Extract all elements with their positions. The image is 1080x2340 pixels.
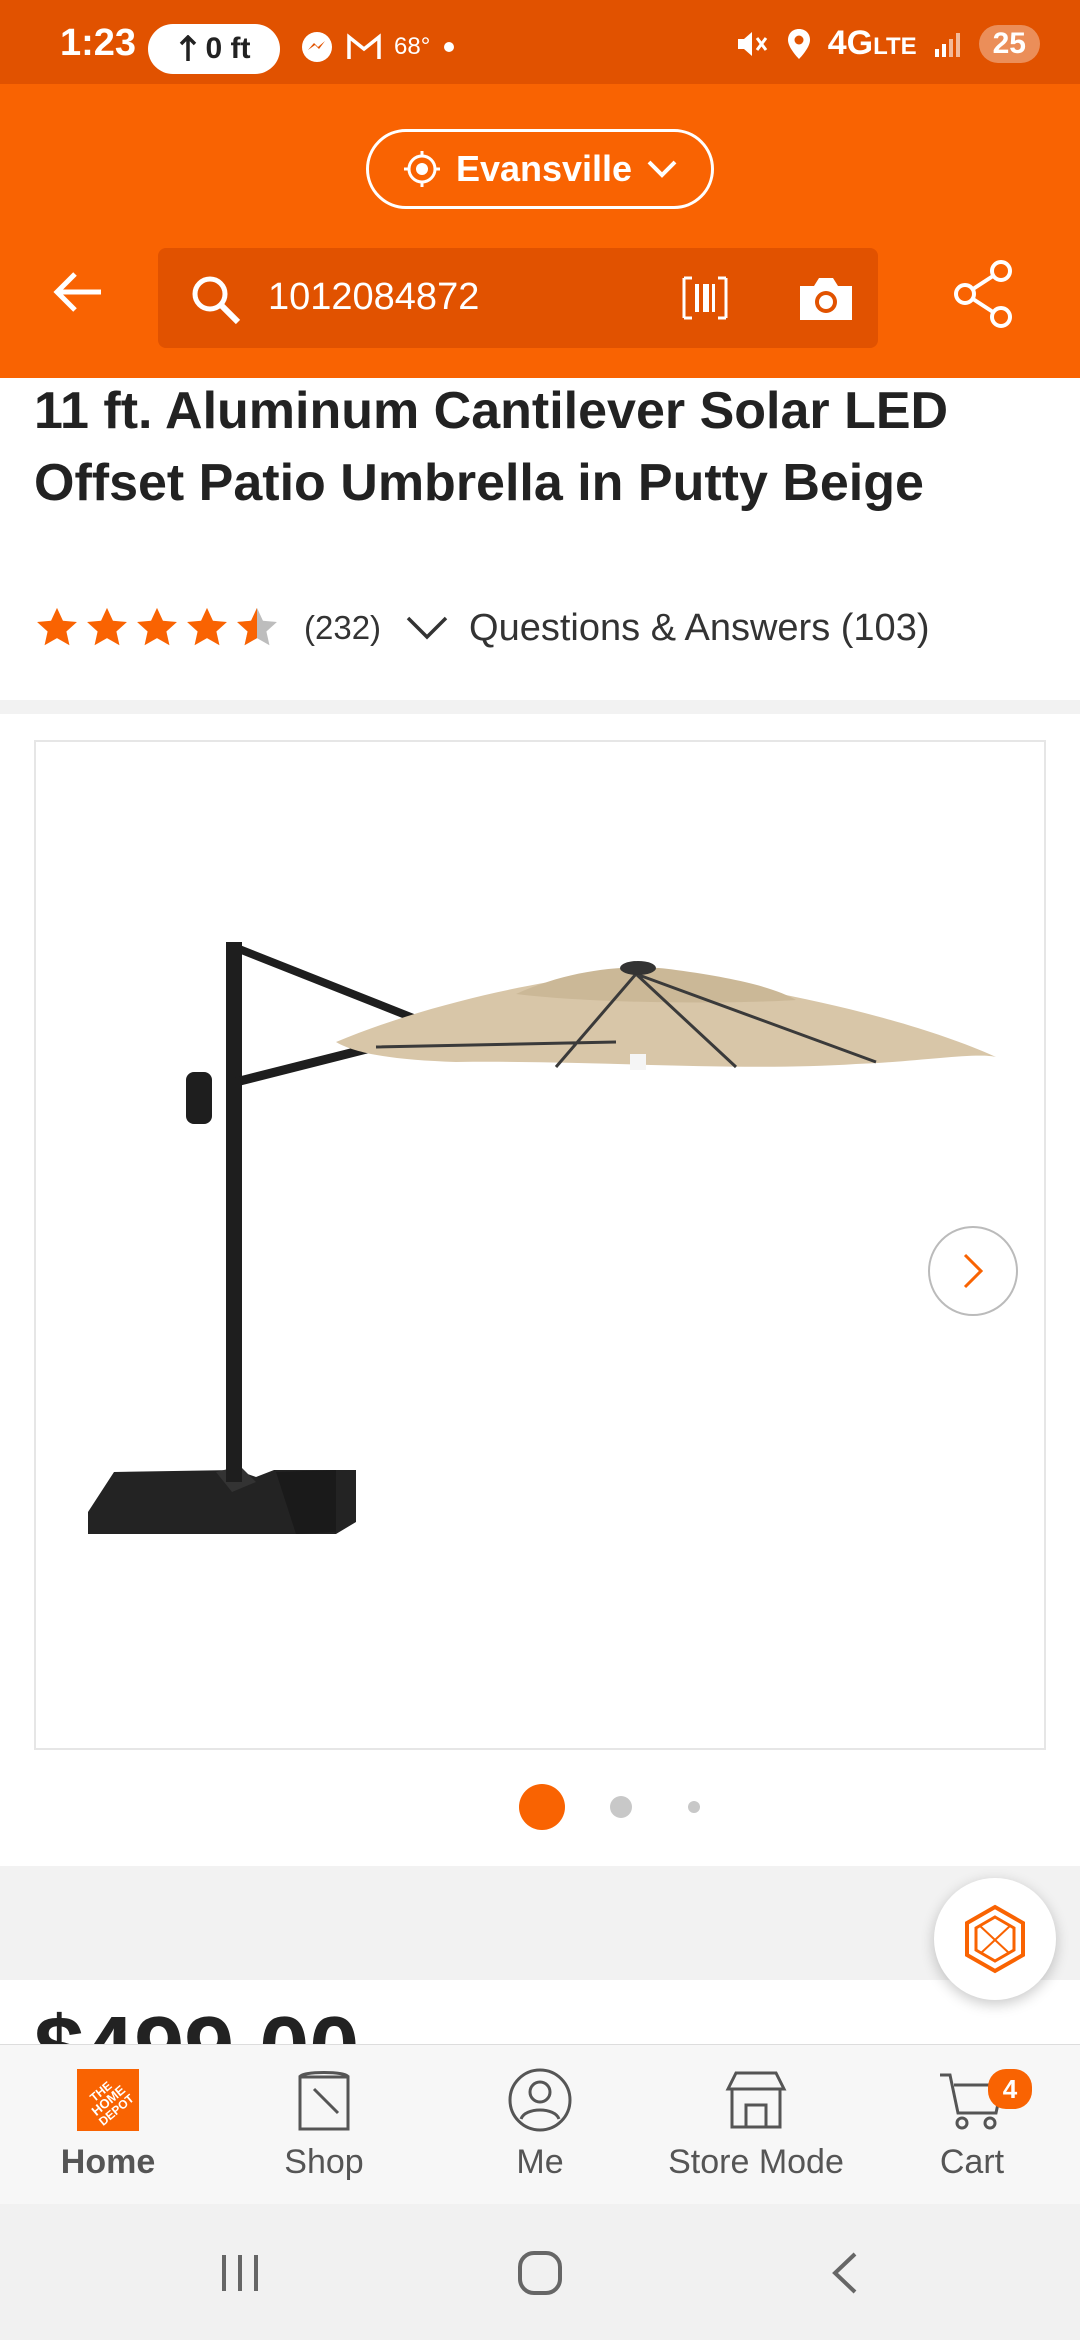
recent-apps-button[interactable] xyxy=(200,2238,280,2308)
carousel-dot-active[interactable] xyxy=(519,1784,565,1830)
store-selector[interactable]: Evansville xyxy=(366,129,714,209)
store-icon xyxy=(725,2071,787,2129)
nav-shop[interactable]: Shop xyxy=(216,2045,432,2205)
recent-apps-icon xyxy=(222,2255,258,2291)
product-image xyxy=(88,942,996,1534)
nav-shop-label: Shop xyxy=(284,2143,364,2181)
nav-home[interactable]: THE HOME DEPOT Home xyxy=(0,2045,216,2205)
product-title: 11 ft. Aluminum Cantilever Solar LED Off… xyxy=(34,382,949,512)
star-icon xyxy=(187,607,227,646)
chevron-right-icon xyxy=(963,1253,984,1289)
nav-home-label: Home xyxy=(60,2143,156,2181)
carousel-dot[interactable] xyxy=(610,1796,632,1818)
network-sub: LTE xyxy=(873,33,917,60)
chevron-down-icon[interactable] xyxy=(405,615,449,641)
notification-icons: 68° xyxy=(300,30,456,64)
star-icon xyxy=(87,607,127,646)
status-right: 4GLTE 25 xyxy=(734,24,1040,63)
search-icon xyxy=(192,276,241,325)
carousel-dot[interactable] xyxy=(688,1801,700,1813)
help-assistant-button[interactable] xyxy=(934,1878,1056,2000)
gmail-icon xyxy=(347,33,381,59)
camera-icon[interactable] xyxy=(796,272,856,324)
rating-row[interactable]: (232) Questions & Answers (103) xyxy=(34,598,929,658)
star-icon xyxy=(137,607,177,646)
nav-me[interactable]: Me xyxy=(432,2045,648,2205)
home-circle-icon xyxy=(518,2251,562,2295)
nav-cart[interactable]: 4 Cart xyxy=(864,2045,1080,2205)
arrow-left-icon xyxy=(53,272,101,312)
status-bar: 1:23 0 ft 68° 4GLTE 25 xyxy=(0,0,1080,84)
temperature: 68° xyxy=(394,33,431,60)
nav-me-label: Me xyxy=(516,2143,564,2181)
app-header: Evansville 1012084872 xyxy=(0,84,1080,378)
chevron-left-icon xyxy=(832,2252,857,2294)
mute-icon xyxy=(737,31,767,56)
messenger-icon xyxy=(302,32,332,62)
nav-store-mode-label: Store Mode xyxy=(668,2143,844,2181)
altitude-pill: 0 ft xyxy=(148,24,280,74)
star-rating xyxy=(34,605,280,651)
bottom-navigation: THE HOME DEPOT Home Shop Me Store Mode 4 C… xyxy=(0,2044,1080,2204)
search-input[interactable]: 1012084872 xyxy=(268,276,479,319)
dot-icon xyxy=(444,42,455,52)
system-back-button[interactable] xyxy=(804,2238,884,2308)
home-depot-logo-icon: THEHOMEDEPOT xyxy=(77,2069,139,2131)
hexagon-logo-icon xyxy=(965,1904,1025,1974)
section-divider xyxy=(0,1866,1080,1980)
paint-bucket-icon xyxy=(298,2071,350,2131)
store-name: Evansville xyxy=(455,148,633,189)
location-icon xyxy=(787,28,810,59)
chevron-down-icon xyxy=(647,160,677,178)
nav-store-mode[interactable]: Store Mode xyxy=(648,2045,864,2205)
altitude-value: 0 ft xyxy=(205,32,251,65)
home-button[interactable] xyxy=(500,2238,580,2308)
locate-icon xyxy=(403,151,440,187)
share-button[interactable] xyxy=(944,254,1024,334)
questions-answers-link[interactable]: Questions & Answers (103) xyxy=(469,607,929,650)
back-button[interactable] xyxy=(40,254,116,330)
network-type: 4G xyxy=(827,24,874,62)
share-icon xyxy=(954,260,1012,328)
search-bar[interactable]: 1012084872 xyxy=(158,248,878,348)
price-partial: $499.00 xyxy=(34,2004,359,2044)
person-icon xyxy=(508,2068,572,2132)
product-image-carousel[interactable] xyxy=(34,740,1046,1750)
star-half-icon xyxy=(237,607,277,646)
nav-cart-label: Cart xyxy=(939,2143,1005,2181)
next-image-button[interactable] xyxy=(928,1226,1018,1316)
status-time: 1:23 xyxy=(60,22,137,64)
review-count[interactable]: (232) xyxy=(304,609,381,647)
system-navigation-bar xyxy=(0,2204,1080,2340)
signal-icon xyxy=(934,32,960,57)
arrow-up-icon xyxy=(179,35,196,61)
star-icon xyxy=(37,607,77,646)
carousel-indicator xyxy=(0,1784,1080,1834)
cart-count-badge: 4 xyxy=(988,2069,1032,2109)
divider xyxy=(0,700,1080,714)
battery-level: 25 xyxy=(978,24,1040,63)
barcode-scan-icon[interactable] xyxy=(680,274,730,322)
